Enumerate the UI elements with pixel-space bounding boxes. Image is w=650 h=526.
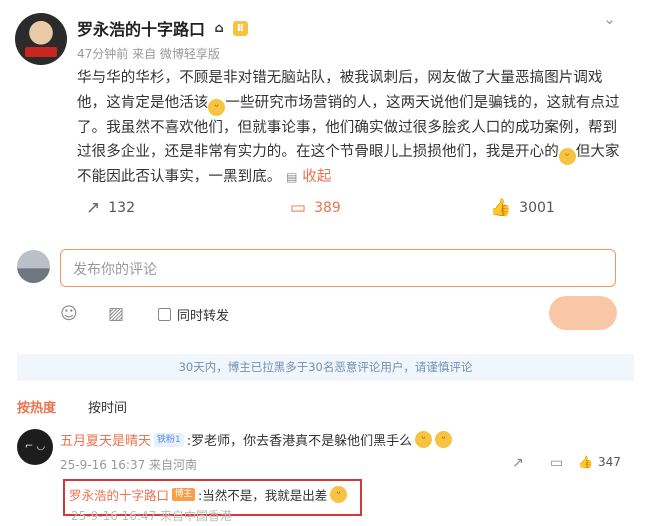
reply-meta: 25-9-16 16:47 来自中国香港 xyxy=(71,509,233,523)
repost-icon: ↗ xyxy=(86,198,101,218)
reply-line: 罗永浩的十字路口 博主 :当然不是，我就是出差 ᵕ xyxy=(69,485,348,504)
comment-button[interactable]: ▭ 389 xyxy=(290,198,341,218)
reply-author[interactable]: 罗永浩的十字路口 xyxy=(69,485,169,504)
reply-icon[interactable]: ▭ xyxy=(550,455,563,471)
comment-like-count: 347 xyxy=(597,455,621,469)
collapse-link[interactable]: 收起 xyxy=(302,169,331,185)
comment-meta: 25-9-16 16:37 来自河南 xyxy=(60,458,198,472)
avatar-tag xyxy=(25,47,57,57)
repost-count: 132 xyxy=(108,200,135,216)
reply-text: :当然不是，我就是出差 xyxy=(198,488,328,503)
host-badge: 博主 xyxy=(172,488,196,501)
author-avatar[interactable] xyxy=(15,13,67,65)
home-icon: ⌂ xyxy=(214,20,224,36)
comment-icon: ▭ xyxy=(290,198,307,218)
commenter-avatar[interactable]: ⌐ ◡ xyxy=(17,429,53,465)
moderation-notice: 30天内，博主已拉黑多于30名恶意评论用户，请谨慎评论 xyxy=(17,354,634,381)
tab-sort-time[interactable]: 按时间 xyxy=(88,397,127,416)
author-name[interactable]: 罗永浩的十字路口 xyxy=(77,16,205,40)
like-count: 3001 xyxy=(519,200,555,216)
document-icon: ▤ xyxy=(286,170,298,184)
share-icon[interactable]: ↗ xyxy=(512,455,524,471)
chevron-down-icon[interactable]: ⌄ xyxy=(603,10,616,28)
checkbox[interactable] xyxy=(158,308,171,321)
post-body: 华与华的华杉，不顾是非对错无脑站队，被我讽刺后，网友做了大量恶搞图片调戏他，这肯… xyxy=(77,66,625,190)
user-avatar xyxy=(17,250,50,283)
level-badge: Ⅱ xyxy=(233,20,248,36)
emoji-icon[interactable]: ☺ xyxy=(60,304,78,324)
like-icon: 👍 xyxy=(578,455,593,469)
comment-line: 五月夏天是晴天 铁粉1 :罗老师，你去香港真不是躲他们黑手么 ᵕ ᵕ xyxy=(60,430,453,449)
tongue-emoji-icon: ᵕ xyxy=(558,148,576,165)
like-button[interactable]: 👍 3001 xyxy=(490,198,555,218)
comment-like-button[interactable]: 👍 347 xyxy=(578,455,621,469)
post-meta: 47分钟前 来自 微博轻享版 xyxy=(77,47,220,61)
image-icon[interactable]: ▨ xyxy=(108,304,124,324)
comment-text: :罗老师，你去香港真不是躲他们黑手么 xyxy=(186,434,413,449)
comment-count: 389 xyxy=(314,200,341,216)
like-icon: 👍 xyxy=(490,198,512,218)
repost-checkbox-label: 同时转发 xyxy=(177,309,230,324)
laugh-emoji-icon: ᵕ xyxy=(435,431,453,448)
laugh-emoji-icon: ᵕ xyxy=(415,431,433,448)
comment-input[interactable]: 发布你的评论 xyxy=(60,249,616,287)
smile-emoji-icon: ᵕ xyxy=(208,98,226,116)
send-button[interactable] xyxy=(549,296,617,330)
grin-emoji-icon: ᵕ xyxy=(330,486,348,503)
repost-button[interactable]: ↗ 132 xyxy=(86,198,135,218)
tab-sort-hot[interactable]: 按热度 xyxy=(17,397,56,416)
fan-badge: 铁粉1 xyxy=(154,432,184,447)
repost-checkbox[interactable]: 同时转发 xyxy=(158,305,229,324)
commenter-name[interactable]: 五月夏天是晴天 xyxy=(60,430,151,449)
post-author[interactable]: 罗永浩的十字路口 ⌂ Ⅱ xyxy=(77,16,248,40)
